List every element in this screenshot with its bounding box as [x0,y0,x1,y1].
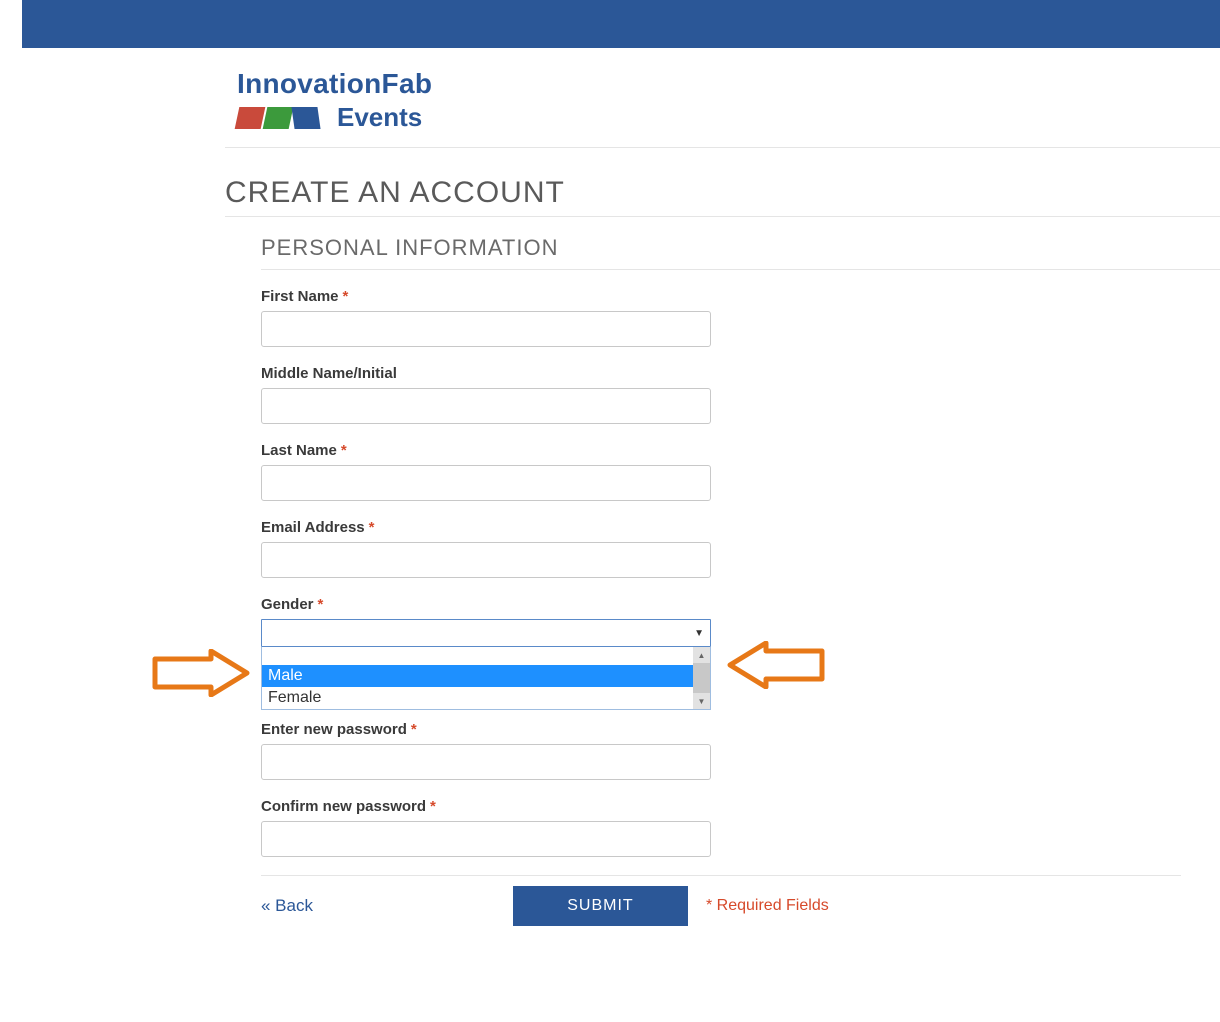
top-banner [22,0,1220,48]
gender-option-blank[interactable] [262,647,693,665]
required-fields-note: * Required Fields [706,897,829,915]
gender-option-male[interactable]: Male [262,665,693,687]
new-password-input[interactable] [261,744,711,780]
email-input[interactable] [261,542,711,578]
dropdown-scrollbar[interactable]: ▲ ▼ [693,647,710,709]
last-name-input[interactable] [261,465,711,501]
page-title: CREATE AN ACCOUNT [225,176,1220,217]
brand-subtitle: Events [337,102,422,133]
confirm-password-label: Confirm new password* [261,798,1220,815]
back-link[interactable]: « Back [261,896,313,916]
submit-button[interactable]: SUBMIT [513,886,688,926]
middle-name-label: Middle Name/Initial [261,365,1220,382]
section-title: PERSONAL INFORMATION [261,235,1220,270]
gender-label: Gender* [261,596,1220,613]
first-name-label: First Name* [261,288,1220,305]
middle-name-input[interactable] [261,388,711,424]
email-label: Email Address* [261,519,1220,536]
logo-block: InnovationFab Events [225,48,1220,148]
gender-dropdown: Male Female ▲ ▼ [261,647,711,710]
gender-select[interactable]: ▼ [261,619,711,647]
chevron-down-icon: ▼ [694,628,704,639]
logo-flags-icon [237,107,321,129]
brand-name: InnovationFab [237,68,1220,100]
scroll-up-icon[interactable]: ▲ [693,647,710,663]
scroll-down-icon[interactable]: ▼ [693,693,710,709]
annotation-arrow-left-icon [151,649,251,702]
first-name-input[interactable] [261,311,711,347]
last-name-label: Last Name* [261,442,1220,459]
annotation-arrow-right-icon [726,641,826,694]
gender-option-female[interactable]: Female [262,687,693,709]
confirm-password-input[interactable] [261,821,711,857]
new-password-label: Enter new password* [261,721,1220,738]
